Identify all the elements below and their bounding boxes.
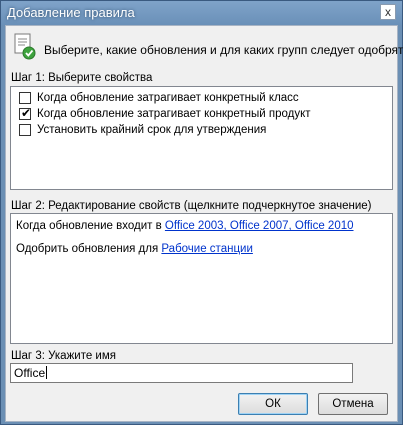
- step1-label: Шаг 1: Выберите свойства: [11, 72, 153, 84]
- dialog-client-area: Выберите, какие обновления и для каких г…: [5, 25, 403, 422]
- ok-button[interactable]: ОК: [238, 393, 308, 415]
- cancel-button[interactable]: Отмена: [318, 393, 388, 415]
- dialog-window: Добавление правила x Выберите, какие обн…: [0, 0, 403, 425]
- property-label-deadline: Установить крайний срок для утверждения: [37, 124, 267, 136]
- checkbox-product[interactable]: ✔: [19, 106, 32, 120]
- group-link[interactable]: Рабочие станции: [161, 243, 253, 255]
- product-link[interactable]: Office 2003, Office 2007, Office 2010: [165, 220, 354, 232]
- properties-list: Когда обновление затрагивает конкретный …: [10, 86, 393, 190]
- edit-properties-panel: Когда обновление входит в Office 2003, O…: [10, 213, 393, 344]
- property-item-product[interactable]: ✔ Когда обновление затрагивает конкретны…: [19, 106, 311, 121]
- text-caret: [46, 366, 48, 379]
- edit-line-product-prefix: Когда обновление входит в: [16, 220, 165, 232]
- edit-line-group: Одобрить обновления для Рабочие станции: [16, 243, 253, 255]
- rule-name-input[interactable]: Office: [10, 363, 353, 383]
- property-label-product: Когда обновление затрагивает конкретный …: [37, 108, 311, 120]
- window-title: Добавление правила: [7, 5, 135, 20]
- edit-line-group-prefix: Одобрить обновления для: [16, 243, 162, 255]
- property-item-class[interactable]: Когда обновление затрагивает конкретный …: [19, 91, 299, 105]
- edit-line-product: Когда обновление входит в Office 2003, O…: [16, 220, 354, 232]
- property-item-deadline[interactable]: Установить крайний срок для утверждения: [19, 123, 266, 137]
- step2-label: Шаг 2: Редактирование свойств (щелкните …: [11, 200, 372, 212]
- title-bar[interactable]: Добавление правила x: [1, 1, 402, 25]
- header-instruction: Выберите, какие обновления и для каких г…: [44, 43, 403, 57]
- rule-document-check-icon: [14, 33, 36, 60]
- rule-name-value: Office: [14, 366, 46, 380]
- checkbox-deadline[interactable]: [19, 124, 31, 136]
- close-button[interactable]: x: [380, 4, 396, 20]
- checkbox-class[interactable]: [19, 92, 31, 104]
- close-icon: x: [385, 5, 391, 19]
- step3-label: Шаг 3: Укажите имя: [11, 350, 116, 362]
- property-label-class: Когда обновление затрагивает конкретный …: [37, 92, 299, 104]
- checkmark-icon: ✔: [21, 106, 32, 120]
